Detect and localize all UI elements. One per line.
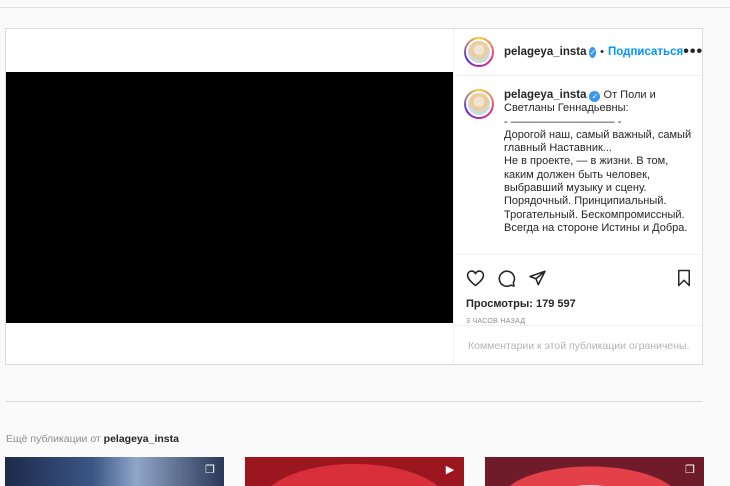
post-timestamp[interactable]: 3 часов назад — [466, 318, 692, 325]
caption-line: Не в проекте, — в жизни. В том, каким до… — [504, 155, 672, 195]
follow-button[interactable]: Подписаться — [608, 46, 683, 58]
caption: pelageya_insta ✓ От Поли и Светланы Генна… — [454, 77, 702, 235]
more-posts-username[interactable]: pelageya_insta — [104, 433, 179, 445]
more-posts-title: Ещё публикации от pelageya_insta — [6, 433, 179, 445]
more-post-thumb[interactable]: ▶ — [245, 457, 464, 486]
top-divider — [0, 7, 730, 8]
more-options-icon[interactable]: ••• — [683, 43, 703, 61]
header-username[interactable]: pelageya_insta — [504, 46, 586, 58]
comment-icon[interactable] — [497, 269, 516, 288]
comments-disabled-notice: Комментарии к этой публикации ограничены… — [454, 325, 702, 364]
save-icon[interactable] — [676, 269, 692, 287]
post-actions: Просмотры: 179 597 3 часов назад — [454, 254, 702, 325]
caption-line: Порядочный. Принципиальный. Трогательный… — [504, 195, 688, 234]
more-post-thumb[interactable]: ❐ — [5, 457, 224, 486]
post-header: pelageya_insta ✓ • Подписаться ••• — [454, 29, 702, 76]
separator-dot: • — [600, 46, 605, 58]
caption-username[interactable]: pelageya_insta — [504, 89, 586, 101]
post-sidebar: pelageya_insta ✓ • Подписаться ••• pelag… — [453, 29, 702, 364]
like-icon[interactable] — [466, 269, 485, 287]
share-icon[interactable] — [528, 269, 547, 287]
more-post-thumb[interactable]: ❐ — [485, 457, 704, 486]
verified-icon: ✓ — [589, 46, 597, 58]
verified-icon: ✓ — [589, 91, 601, 102]
caption-line: - ––––––––––––––––– - — [504, 115, 622, 128]
more-posts-prefix: Ещё публикации от — [6, 433, 101, 445]
carousel-icon: ❐ — [685, 464, 695, 476]
post-container: pelageya_insta ✓ • Подписаться ••• pelag… — [5, 28, 703, 365]
carousel-icon: ❐ — [205, 464, 215, 476]
action-icons — [466, 265, 692, 291]
section-divider — [5, 401, 703, 402]
caption-line: Дорогой наш, самый важный, самый главный… — [504, 128, 695, 155]
video-icon: ▶ — [445, 464, 455, 476]
post-media — [6, 29, 453, 364]
video-player[interactable] — [6, 72, 453, 323]
avatar[interactable] — [464, 37, 494, 67]
views-count[interactable]: Просмотры: 179 597 — [466, 298, 692, 310]
caption-body: pelageya_insta ✓ От Поли и Светланы Генна… — [504, 89, 692, 235]
caption-avatar[interactable] — [464, 89, 494, 119]
